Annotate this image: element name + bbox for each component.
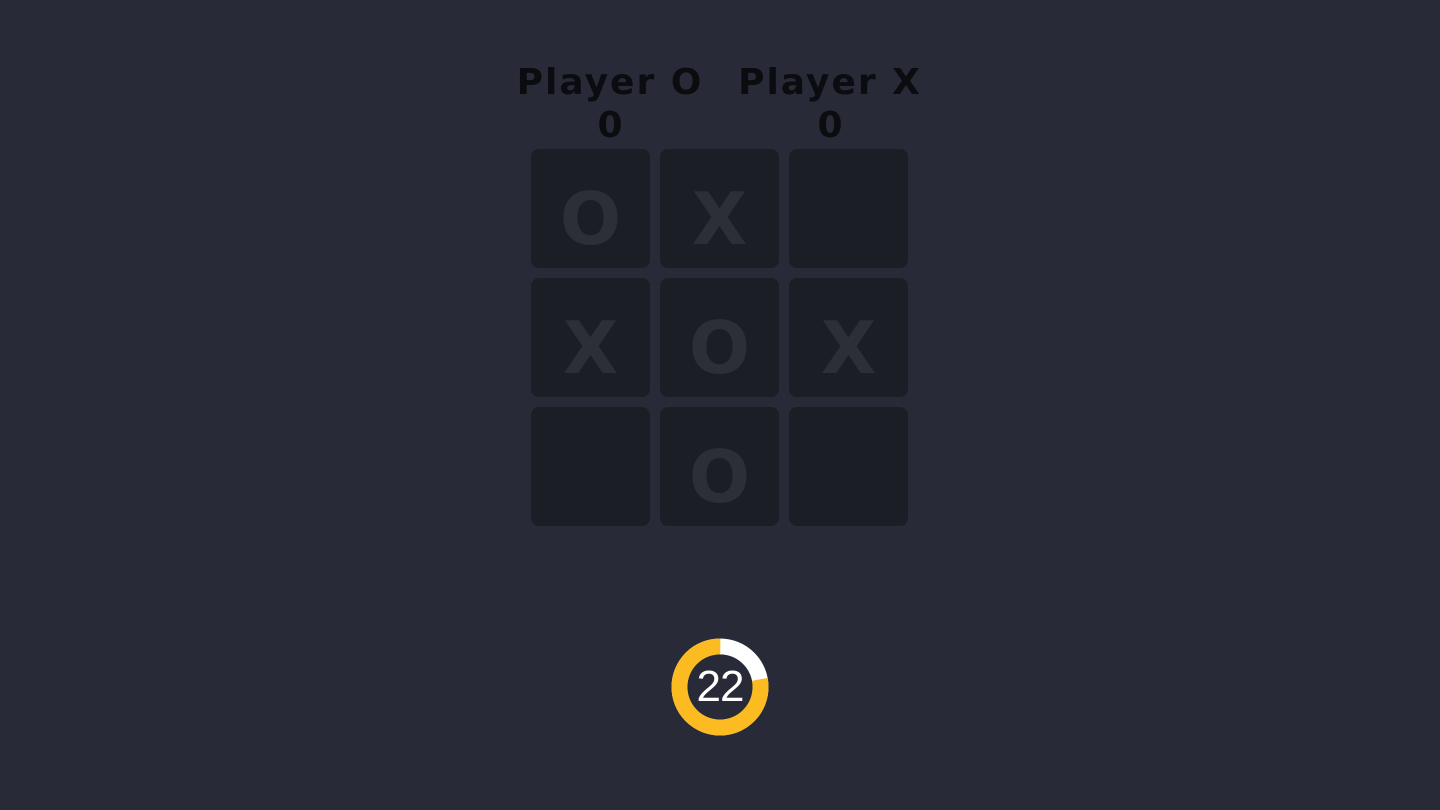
board-cell-9[interactable] <box>789 407 908 526</box>
board-cell-5[interactable]: O <box>660 278 779 397</box>
player-x-score: 0 <box>817 105 843 146</box>
board-cell-1[interactable]: O <box>531 149 650 268</box>
board-cell-3[interactable] <box>789 149 908 268</box>
cell-mark: O <box>559 176 622 261</box>
cell-mark: O <box>688 305 751 390</box>
player-o-name: Player O <box>516 62 704 103</box>
game-board: O X X O X O <box>531 149 909 527</box>
board-cell-4[interactable]: X <box>531 278 650 397</box>
board-cell-6[interactable]: X <box>789 278 908 397</box>
scoreboard: Player O 0 Player X 0 <box>500 62 940 150</box>
turn-timer: 22 <box>671 638 769 736</box>
timer-value: 22 <box>696 662 745 711</box>
player-o-score: 0 <box>597 105 623 146</box>
cell-mark: X <box>691 176 748 261</box>
cell-mark: O <box>688 434 751 519</box>
board-cell-8[interactable]: O <box>660 407 779 526</box>
game-screen: Player O 0 Player X 0 O X X O X O 22 <box>0 0 1440 810</box>
board-cell-7[interactable] <box>531 407 650 526</box>
cell-mark: X <box>820 305 877 390</box>
player-x-panel: Player X 0 <box>720 62 940 148</box>
player-x-name: Player X <box>738 62 922 103</box>
board-cell-2[interactable]: X <box>660 149 779 268</box>
cell-mark: X <box>562 305 619 390</box>
player-o-panel: Player O 0 <box>500 62 720 148</box>
